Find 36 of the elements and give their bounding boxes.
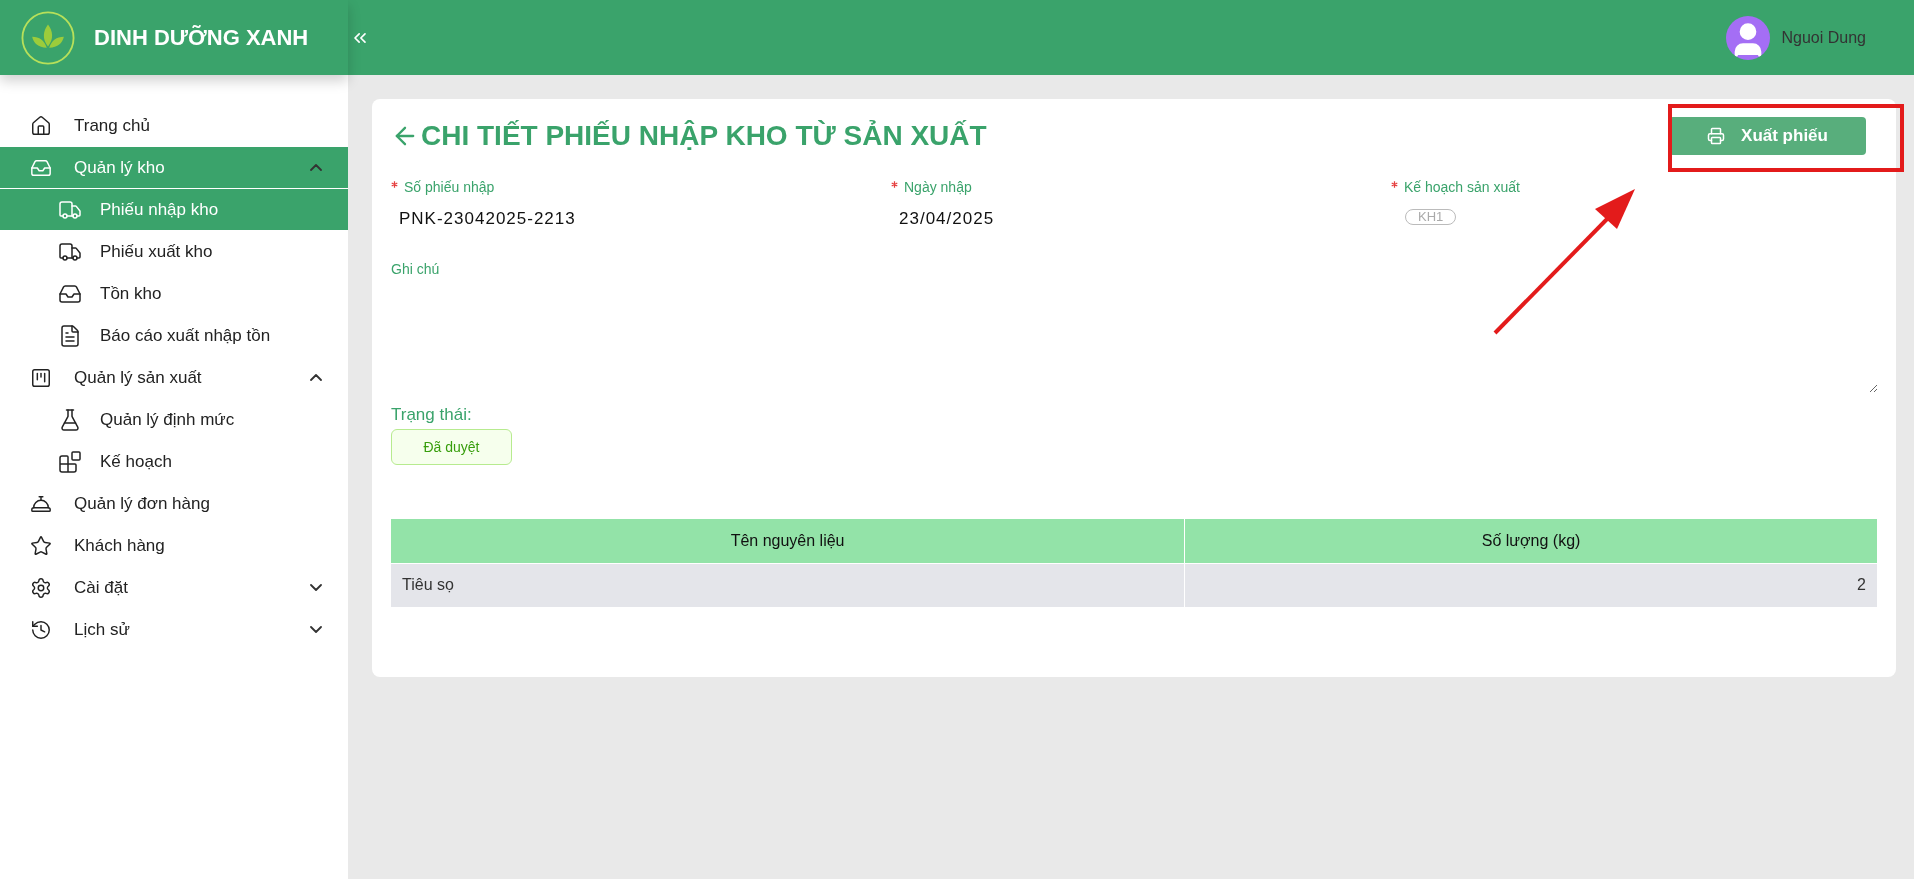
column-header: Số lượng (kg) [1184, 519, 1878, 563]
sidebar-subitem[interactable]: Phiếu xuất kho [0, 231, 348, 272]
star-icon [30, 534, 52, 557]
page-title: CHI TIẾT PHIẾU NHẬP KHO TỪ SẢN XUẤT [421, 120, 987, 152]
brand-name: DINH DƯỠNG XANH [94, 24, 309, 51]
sidebar-subitem[interactable]: Báo cáo xuất nhập tồn [0, 315, 348, 356]
status-label: Trạng thái: [391, 405, 473, 425]
column-header: Tên nguyên liệu [391, 519, 1185, 563]
sidebar-item[interactable]: Lịch sử [0, 609, 348, 650]
sidebar-item[interactable]: Cài đặt [0, 567, 348, 608]
sidebar-subitem[interactable]: Kế hoạch [0, 441, 348, 482]
user-name: Nguoi Dung [1781, 28, 1866, 47]
field-label: Số phiếu nhập [391, 179, 891, 195]
file-icon [58, 323, 82, 348]
sidebar-item[interactable]: Khách hàng [0, 525, 348, 566]
sidebar-item[interactable]: Quản lý đơn hàng [0, 483, 348, 524]
blocks-icon [58, 449, 82, 474]
sidebar-item[interactable]: Trang chủ [0, 105, 348, 146]
table-cell: Tiêu sọ [391, 563, 1185, 607]
logo-icon [20, 9, 76, 66]
printer-icon [1707, 127, 1726, 145]
table-cell: 2 [1184, 563, 1878, 607]
sidebar-item[interactable]: Quản lý sản xuất [0, 357, 348, 398]
settings-icon [30, 576, 52, 599]
field-value: PNK-23042025-2213 [398, 209, 577, 229]
field-label: Kế hoạch sản xuất [1391, 179, 1878, 195]
sidebar-subitem[interactable]: Tồn kho [0, 273, 348, 314]
status-badge: Đã duyệt [391, 429, 512, 465]
house-icon [30, 114, 52, 137]
field-label: Ngày nhập [891, 179, 1391, 195]
kanban-icon [30, 366, 52, 389]
field-value: 23/04/2025 [898, 209, 996, 229]
flask-icon [58, 407, 82, 432]
sidebar-subitem[interactable]: Quản lý định mức [0, 399, 348, 440]
note-label: Ghi chú [391, 261, 441, 277]
history-icon [30, 618, 52, 641]
